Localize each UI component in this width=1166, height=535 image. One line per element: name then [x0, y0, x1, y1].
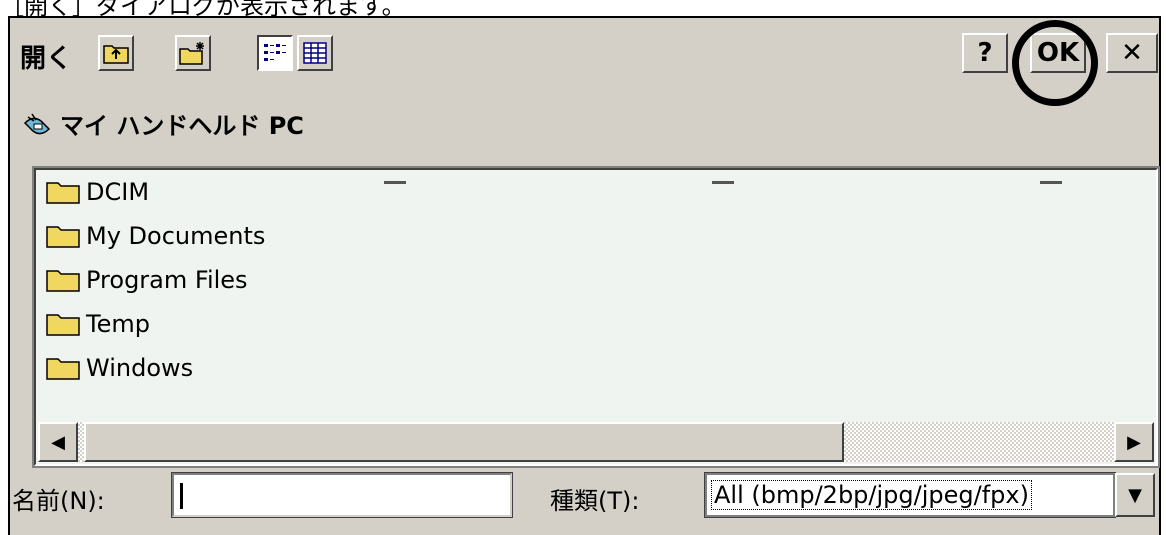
file-list[interactable]: DCIM My Documents Program Files Temp Win… — [32, 166, 1160, 468]
type-select-value: All (bmp/2bp/jpg/jpeg/fpx) — [711, 480, 1032, 510]
up-folder-button[interactable] — [98, 35, 134, 71]
folder-icon — [46, 314, 80, 336]
folder-icon — [46, 182, 80, 204]
scroll-right-button[interactable]: ▶ — [1114, 422, 1154, 462]
list-item-label: Windows — [86, 354, 194, 382]
text-caret — [180, 483, 183, 509]
list-item-label: DCIM — [86, 178, 150, 206]
list-item-label: My Documents — [86, 222, 266, 250]
type-label: 種類(T): — [550, 487, 640, 515]
list-item[interactable]: Windows — [46, 350, 193, 386]
type-dropdown-button[interactable]: ▼ — [1115, 473, 1155, 517]
folder-icon — [46, 270, 80, 292]
list-view-icon — [264, 44, 286, 61]
column-marker — [712, 181, 734, 184]
list-item[interactable]: Program Files — [46, 262, 248, 298]
help-button[interactable]: ? — [962, 33, 1008, 73]
horizontal-scrollbar[interactable]: ◀ ▶ — [38, 422, 1154, 462]
right-arrow-icon: ▶ — [1127, 431, 1141, 453]
column-marker — [384, 181, 406, 184]
new-folder-icon — [179, 42, 204, 65]
list-item[interactable]: DCIM — [46, 174, 149, 210]
handheld-pc-icon — [23, 113, 51, 134]
chevron-down-icon: ▼ — [1128, 484, 1142, 506]
current-location: マイ ハンドヘルド PC — [22, 106, 304, 141]
location-label: マイ ハンドヘルド PC — [60, 112, 304, 140]
details-view-button[interactable] — [297, 35, 333, 71]
column-marker — [1040, 181, 1062, 184]
up-folder-icon — [103, 45, 129, 64]
scroll-left-button[interactable]: ◀ — [38, 422, 78, 462]
name-label: 名前(N): — [12, 487, 105, 515]
scroll-thumb[interactable] — [84, 422, 844, 462]
caption-text: ［開く］ダイアログが表示されます。 — [0, 0, 406, 20]
list-item-label: Program Files — [86, 266, 248, 294]
list-item[interactable]: My Documents — [46, 218, 265, 254]
list-item-label: Temp — [86, 310, 150, 338]
close-button[interactable]: ✕ — [1106, 33, 1158, 73]
ok-highlight-circle — [1012, 20, 1098, 106]
list-view-button[interactable] — [257, 35, 293, 71]
open-dialog: 開く ? OK ✕ マイ ハンドヘルド PC DCIM My Documents… — [8, 16, 1161, 535]
folder-icon — [46, 226, 80, 248]
type-select[interactable]: All (bmp/2bp/jpg/jpeg/fpx) — [704, 472, 1116, 518]
name-input[interactable] — [171, 472, 513, 518]
new-folder-button[interactable] — [175, 35, 211, 71]
details-view-icon — [303, 42, 327, 64]
left-arrow-icon: ◀ — [51, 431, 65, 453]
folder-icon — [46, 358, 80, 380]
dialog-title: 開く — [20, 44, 73, 74]
list-item[interactable]: Temp — [46, 306, 150, 342]
